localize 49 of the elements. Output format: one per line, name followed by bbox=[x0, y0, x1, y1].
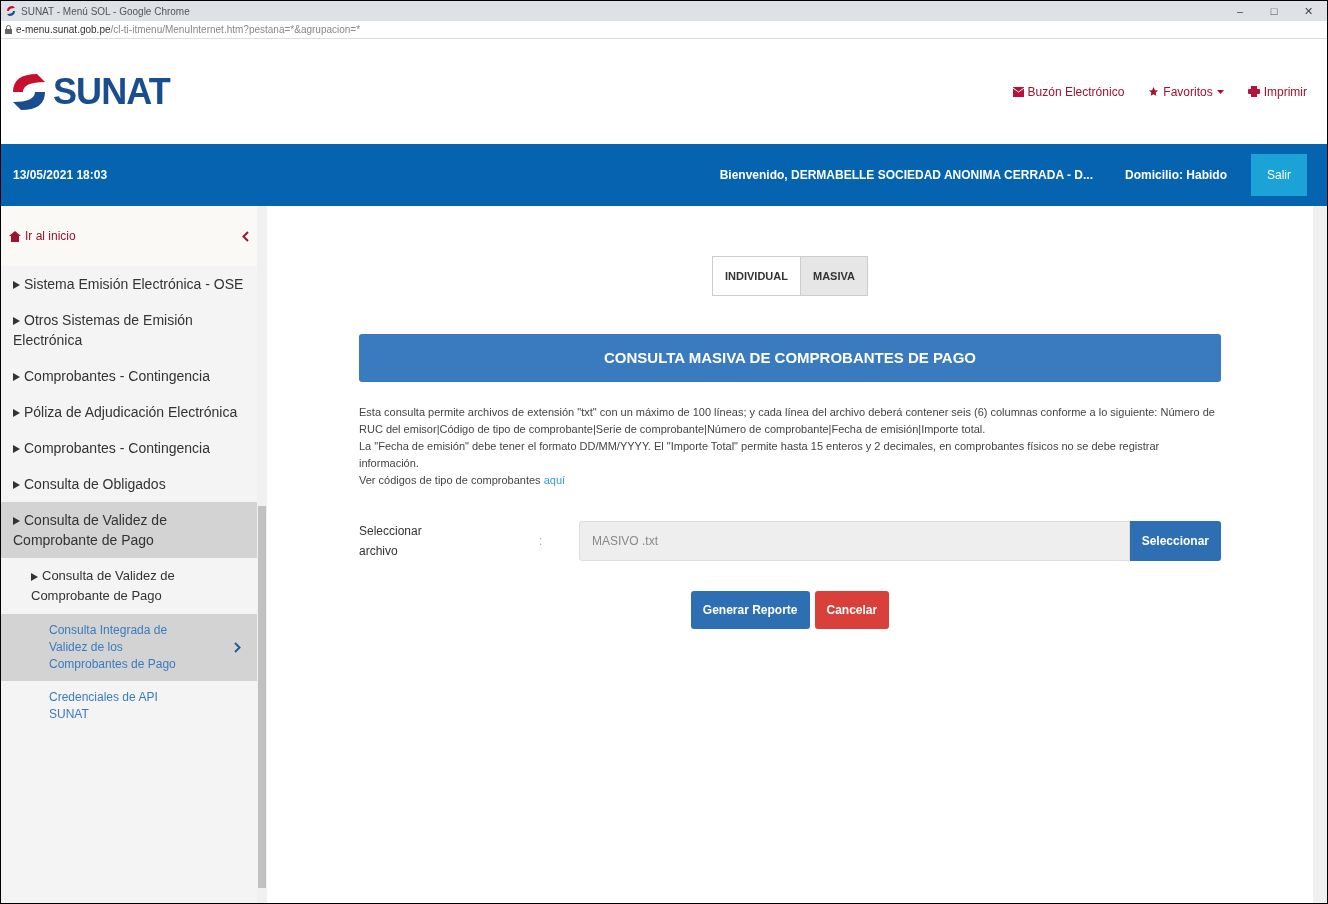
triangle-icon bbox=[13, 409, 20, 418]
maximize-button[interactable]: □ bbox=[1259, 2, 1289, 20]
description-text: Esta consulta permite archivos de extensión "txt" con un máximo de 100 líneas; y cada línea del archivo deberá contener seis (6) columnas conforme a lo siguiente: Número de RUC del emisor|Código de tipo de comprobante|Serie de comprobante|Número de comprobante|Fecha de emisión|Importe total. bbox=[359, 405, 1216, 437]
domicilio-text: Domicilio: Habido bbox=[1125, 167, 1227, 184]
triangle-icon bbox=[13, 317, 20, 326]
sidebar-item[interactable]: Consulta de Obligados bbox=[1, 466, 257, 502]
window-title: SUNAT - Menú SOL - Google Chrome bbox=[21, 4, 190, 19]
triangle-icon bbox=[13, 481, 20, 490]
triangle-icon bbox=[13, 445, 20, 454]
url-text[interactable]: e-menu.sunat.gob.pe/cl-ti-itmenu/MenuInternet.htm?pestana=*&agrupacion=* bbox=[16, 22, 361, 37]
field-separator: : bbox=[538, 533, 544, 550]
welcome-text: Bienvenido, DERMABELLE SOCIEDAD ANONIMA CERRADA - D... bbox=[719, 167, 1093, 184]
codes-note: Ver códigos de tipo de comprobantes aquí bbox=[359, 473, 567, 488]
star-icon bbox=[1148, 86, 1160, 97]
sidebar-item[interactable]: Póliza de Adjudicación Electrónica bbox=[1, 394, 257, 430]
date-time: 13/05/2021 18:03 bbox=[13, 167, 108, 184]
sidebar-link[interactable]: Credenciales de API SUNAT bbox=[1, 681, 257, 731]
app-logo-icon bbox=[5, 5, 17, 17]
triangle-icon bbox=[31, 572, 38, 581]
select-file-button[interactable]: Seleccionar bbox=[1129, 521, 1221, 561]
description-text: La "Fecha de emisión" debe tener el formato DD/MM/YYYY. El "Importe Total" permite hasta 15 enteros y 2 decimales, en comprobantes físicos no se debe registrar información. bbox=[359, 439, 1161, 471]
panel-header: CONSULTA MASIVA DE COMPROBANTES DE PAGO bbox=[359, 334, 1221, 382]
sidebar-item[interactable]: Comprobantes - Contingencia bbox=[1, 430, 257, 466]
header-link[interactable]: Imprimir bbox=[1247, 82, 1307, 101]
sidebar-item[interactable]: Comprobantes - Contingencia bbox=[1, 358, 257, 394]
header-link[interactable]: Favoritos bbox=[1148, 82, 1224, 101]
header-link[interactable]: Buzón Electrónico bbox=[1012, 82, 1125, 101]
chevron-left-icon[interactable] bbox=[242, 230, 249, 242]
minimize-button[interactable]: – bbox=[1225, 2, 1255, 20]
sidebar-item[interactable]: Sistema Emisión Electrónica - OSE bbox=[1, 266, 257, 302]
sidebar-item[interactable]: Otros Sistemas de Emisión Electrónica bbox=[1, 302, 257, 358]
triangle-icon bbox=[13, 517, 20, 526]
field-label: Seleccionar archivo bbox=[359, 523, 423, 560]
sidebar-item[interactable]: Consulta de Validez de Comprobante de Pago bbox=[1, 502, 257, 558]
generate-report-button[interactable]: Generar Reporte bbox=[690, 591, 810, 629]
triangle-icon bbox=[13, 373, 20, 382]
mail-icon bbox=[1012, 86, 1024, 97]
close-button[interactable]: ✕ bbox=[1293, 2, 1323, 20]
triangle-icon bbox=[13, 281, 20, 290]
cancel-button[interactable]: Cancelar bbox=[814, 591, 890, 629]
scrollbar[interactable] bbox=[257, 206, 267, 903]
home-icon bbox=[9, 230, 21, 242]
chevron-right-icon bbox=[234, 642, 241, 653]
sunat-logo[interactable]: SUNAT bbox=[9, 64, 170, 119]
home-link[interactable]: Ir al inicio bbox=[1, 206, 257, 266]
lock-icon bbox=[5, 25, 12, 34]
tab[interactable]: MASIVA bbox=[800, 257, 867, 295]
page-scrollbar[interactable] bbox=[1313, 206, 1327, 903]
sidebar-item[interactable]: Consulta de Validez de Comprobante de Pago bbox=[1, 558, 257, 614]
